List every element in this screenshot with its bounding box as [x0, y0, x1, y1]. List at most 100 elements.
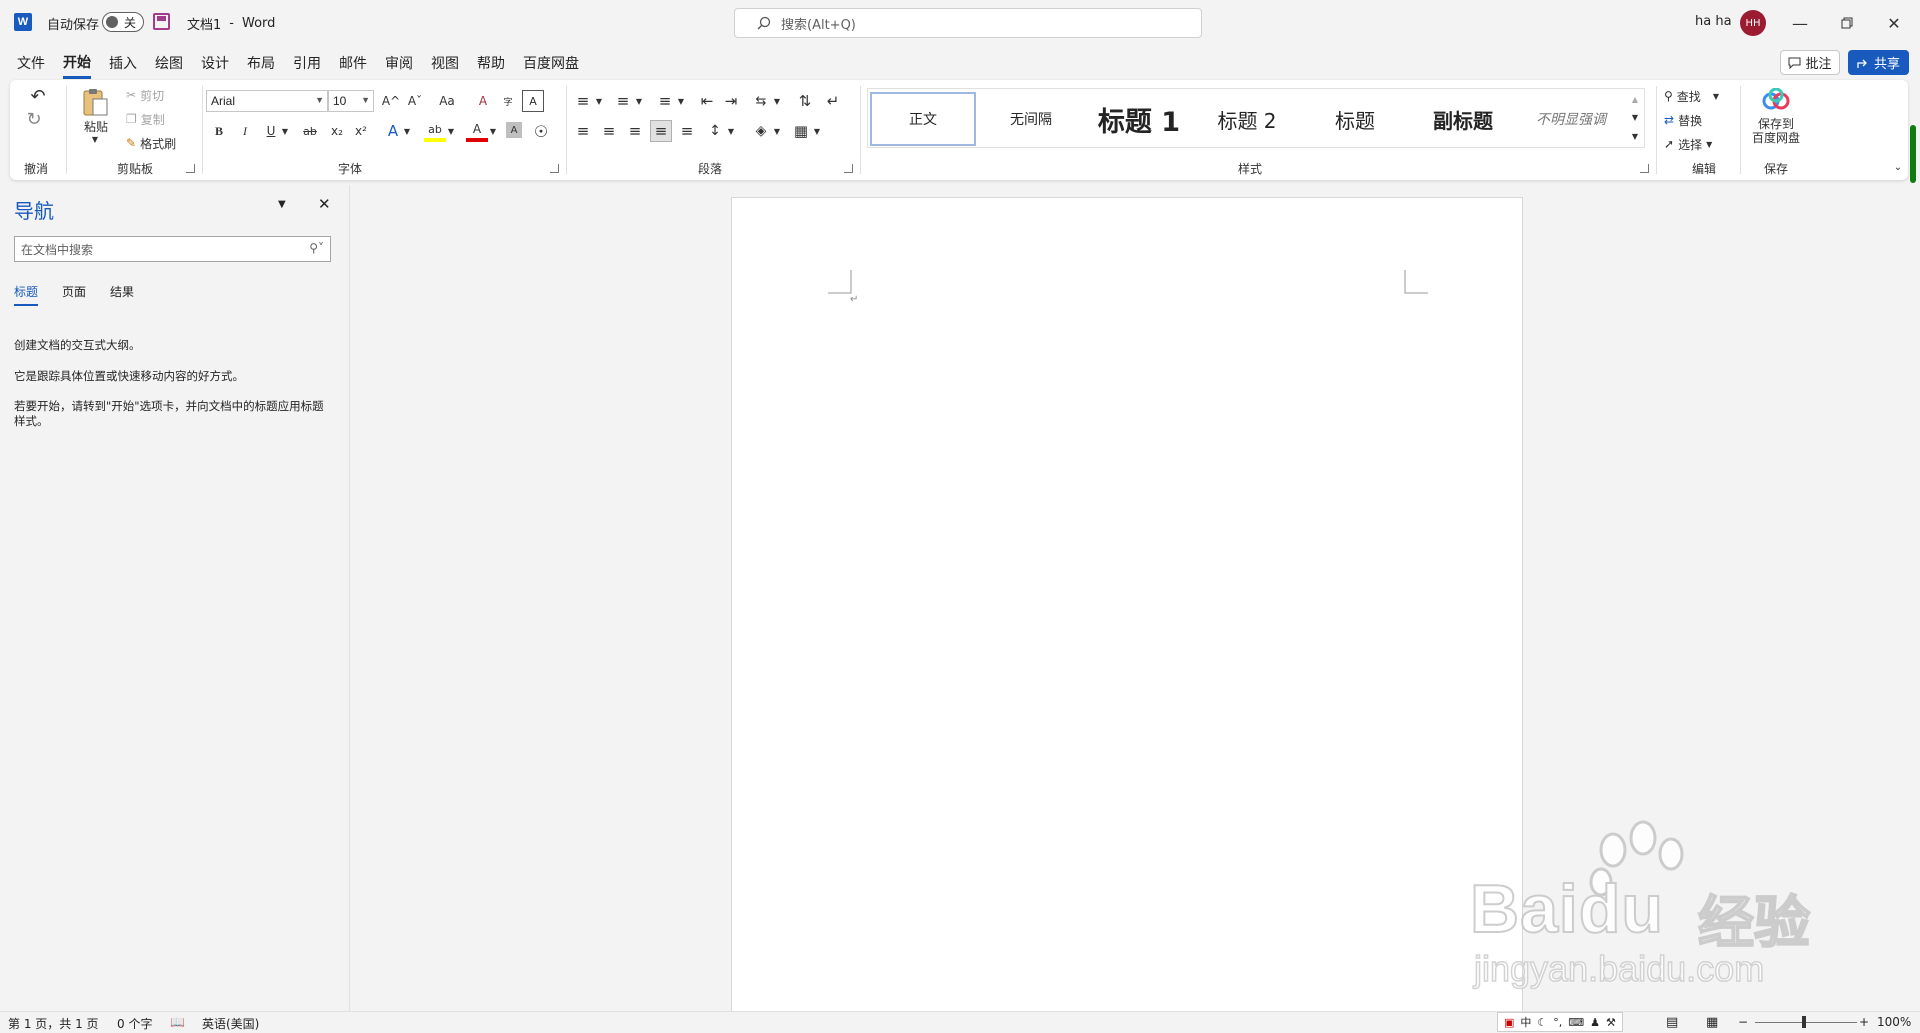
chevron-down-icon[interactable]: ▼ [488, 120, 498, 142]
menu-tab[interactable]: 引用 [293, 49, 321, 77]
menu-tab[interactable]: 视图 [431, 49, 459, 77]
chevron-down-icon[interactable]: ▼ [772, 90, 782, 112]
baidu-netdisk-icon[interactable] [1756, 86, 1796, 112]
ribbon-scrollbar[interactable] [1910, 125, 1916, 183]
line-spacing-icon[interactable]: ↕ [704, 120, 726, 142]
zoom-slider-track[interactable] [1755, 1022, 1857, 1023]
avatar[interactable]: HH [1740, 10, 1766, 36]
strikethrough-button[interactable]: ab [298, 120, 322, 142]
gallery-more-icon[interactable]: ▼ [1628, 127, 1642, 145]
chevron-up-icon[interactable]: ▲ [1628, 91, 1642, 107]
chevron-down-icon[interactable]: ▼ [280, 120, 290, 142]
zoom-in-icon[interactable]: + [1859, 1015, 1869, 1029]
grow-font-button[interactable]: A^ [380, 90, 402, 112]
chevron-down-icon[interactable]: ▼ [1628, 109, 1642, 125]
share-button[interactable]: 共享 [1848, 50, 1909, 75]
menu-tab[interactable]: 布局 [247, 49, 275, 77]
proofing-icon[interactable]: 📖 [170, 1015, 185, 1029]
search-box[interactable]: 搜索(Alt+Q) [734, 8, 1202, 38]
menu-tab[interactable]: 插入 [109, 49, 137, 77]
dialog-launcher-icon[interactable] [550, 164, 559, 173]
collapse-ribbon-icon[interactable]: ⌄ [1890, 160, 1906, 174]
chevron-down-icon[interactable]: ▼ [772, 120, 782, 142]
zoom-level[interactable]: 100% [1877, 1015, 1911, 1029]
menu-tab[interactable]: 邮件 [339, 49, 367, 77]
font-name-combo[interactable]: Arial ▼ [206, 90, 328, 112]
paste-label[interactable]: 粘贴 [80, 118, 112, 134]
style-heading-1[interactable]: 标题 1 [1086, 92, 1192, 146]
save-baidu-line2[interactable]: 百度网盘 [1744, 130, 1808, 145]
style-title[interactable]: 标题 [1302, 92, 1408, 146]
nav-tab-pages[interactable]: 页面 [62, 283, 86, 306]
nav-tab-headings[interactable]: 标题 [14, 283, 39, 306]
undo-icon[interactable]: ↶ [22, 85, 54, 107]
chevron-down-icon[interactable]: ▼ [402, 120, 412, 142]
chevron-down-icon[interactable]: ▼ [812, 120, 822, 142]
clear-formatting-button[interactable]: A [472, 90, 494, 112]
menu-tab[interactable]: 帮助 [477, 49, 505, 77]
cut-button[interactable]: ✂ 剪切 [126, 86, 164, 104]
restore-icon[interactable] [1824, 8, 1870, 38]
dialog-launcher-icon[interactable] [844, 164, 853, 173]
shading-icon[interactable]: ◈ [750, 120, 772, 142]
chevron-down-icon[interactable]: ▼ [446, 120, 456, 142]
autosave-toggle[interactable]: 关 [102, 12, 144, 32]
style-subtitle[interactable]: 副标题 [1410, 92, 1516, 146]
zoom-slider-thumb[interactable] [1802, 1016, 1806, 1028]
nav-search-input[interactable]: 在文档中搜索 ⚲˅ [14, 236, 331, 262]
dialog-launcher-icon[interactable] [186, 164, 195, 173]
menu-tab[interactable]: 开始 [63, 48, 91, 79]
shrink-font-button[interactable]: Aˇ [404, 90, 426, 112]
ime-toolbar[interactable]: ▣ 中 ☾ °, ⌨ ♟ ⚒ [1497, 1012, 1623, 1032]
minimize-icon[interactable]: — [1777, 8, 1823, 38]
distributed-icon[interactable]: ≡ [676, 120, 698, 142]
borders-icon[interactable]: ▦ [790, 120, 812, 142]
nav-tab-results[interactable]: 结果 [110, 283, 134, 306]
character-border-button[interactable]: A [522, 90, 544, 112]
bullets-icon[interactable]: ≡ [572, 90, 594, 112]
word-count[interactable]: 0 个字 [117, 1015, 152, 1032]
underline-button[interactable]: U [260, 120, 282, 142]
multilevel-list-icon[interactable]: ≡ [654, 90, 676, 112]
style-heading-2[interactable]: 标题 2 [1194, 92, 1300, 146]
menu-tab[interactable]: 文件 [17, 49, 45, 77]
italic-button[interactable]: I [234, 120, 256, 142]
chevron-down-icon[interactable]: ▼ [676, 90, 686, 112]
align-left-icon[interactable]: ≡ [572, 120, 594, 142]
paste-icon[interactable] [80, 86, 110, 118]
read-mode-icon[interactable]: ▤ [1666, 1015, 1678, 1030]
menu-tab[interactable]: 百度网盘 [523, 49, 579, 77]
chevron-down-icon[interactable]: ▼ [278, 199, 286, 210]
text-effects-button[interactable]: A [382, 120, 404, 142]
dialog-launcher-icon[interactable] [1640, 164, 1649, 173]
page-count[interactable]: 第 1 页，共 1 页 [8, 1015, 99, 1032]
menu-tab[interactable]: 设计 [201, 49, 229, 77]
increase-indent-icon[interactable]: ⇥ [720, 90, 742, 112]
zoom-out-icon[interactable]: − [1738, 1015, 1748, 1029]
enclose-characters-icon[interactable]: ☉ [530, 120, 552, 142]
font-color-button[interactable]: A [466, 120, 488, 142]
user-name[interactable]: ha ha [1695, 14, 1732, 29]
menu-tab[interactable]: 审阅 [385, 49, 413, 77]
document-page[interactable]: ↵ [731, 197, 1523, 1011]
chevron-down-icon[interactable]: ▼ [634, 90, 644, 112]
style-no-spacing[interactable]: 无间隔 [978, 92, 1084, 146]
comment-button[interactable]: 批注 [1780, 50, 1840, 75]
save-icon[interactable] [153, 13, 170, 30]
redo-icon[interactable]: ↻ [22, 108, 46, 130]
align-center-icon[interactable]: ≡ [598, 120, 620, 142]
print-layout-icon[interactable]: ▦ [1706, 1015, 1718, 1030]
justify-icon[interactable]: ≡ [650, 120, 672, 142]
change-case-button[interactable]: Aa [432, 90, 462, 112]
phonetic-guide-button[interactable]: 字 [497, 90, 519, 112]
replace-button[interactable]: ⇄ 替换 [1664, 110, 1702, 130]
numbering-icon[interactable]: ≡ [612, 90, 634, 112]
highlight-button[interactable]: ab [424, 120, 446, 142]
bold-button[interactable]: B [208, 120, 230, 142]
style-subtle-emphasis[interactable]: 不明显强调 [1518, 92, 1624, 146]
language-status[interactable]: 英语(美国) [202, 1015, 259, 1032]
select-button[interactable]: ➚ 选择 ▼ [1664, 134, 1712, 154]
superscript-button[interactable]: x² [350, 120, 372, 142]
search-icon[interactable]: ⚲˅ [309, 241, 324, 255]
chevron-down-icon[interactable]: ▼ [726, 120, 736, 142]
